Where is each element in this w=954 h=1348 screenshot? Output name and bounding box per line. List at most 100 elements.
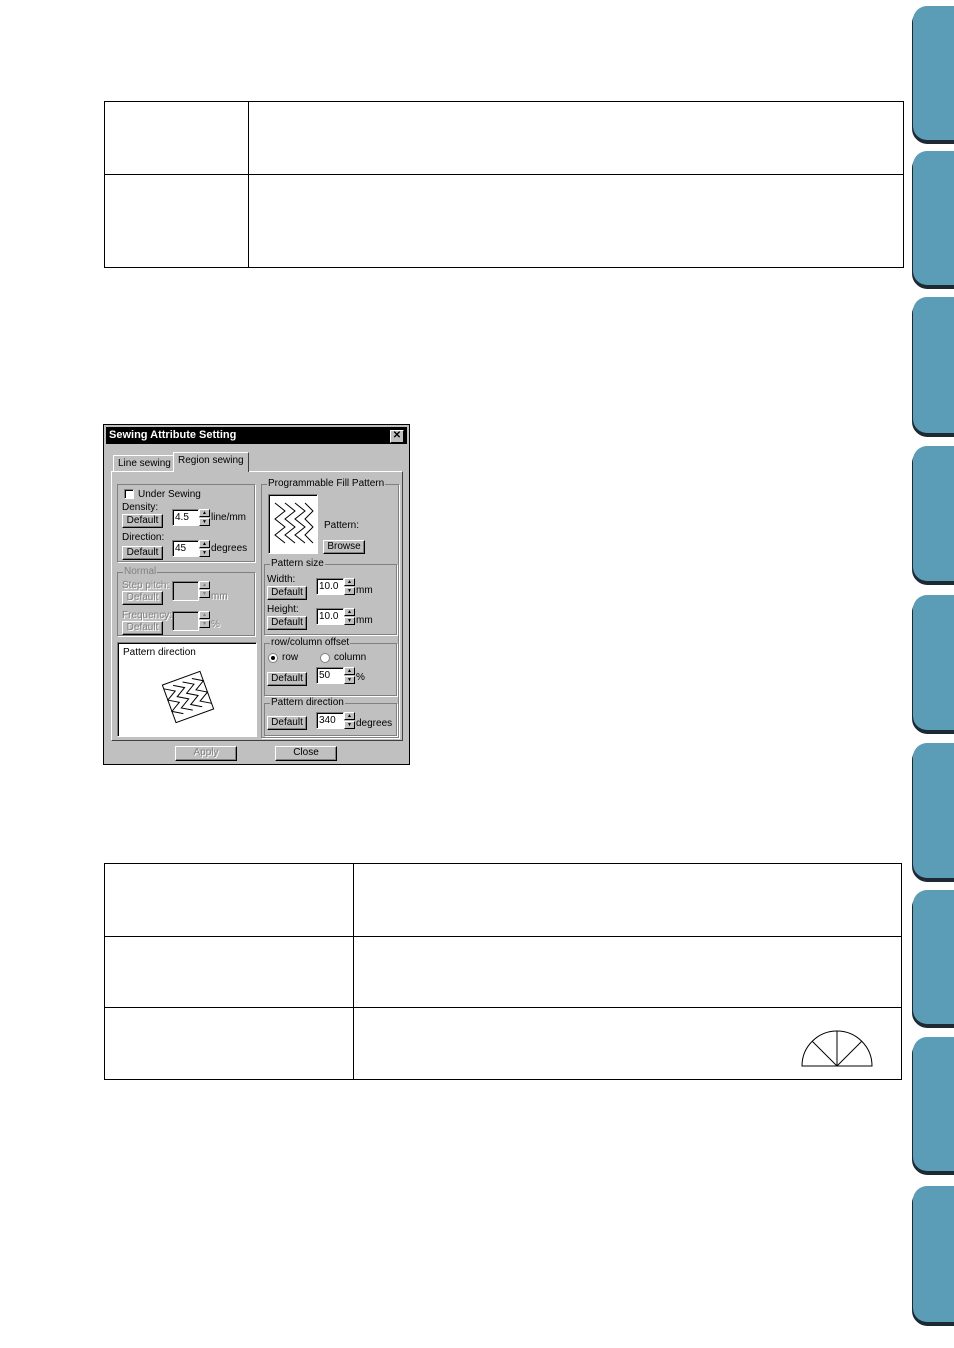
table-row: [105, 864, 901, 936]
height-spinner[interactable]: ▲ ▼: [344, 608, 355, 625]
row-radio[interactable]: [268, 653, 278, 663]
programmable-fill-group: Programmable Fill Pattern Pattern: Brows…: [261, 478, 399, 738]
side-tab-1[interactable]: [913, 6, 954, 140]
spin-up-icon: ▲: [199, 581, 210, 589]
step-pitch-spinner: ▲ ▼: [199, 581, 210, 598]
step-pitch-field: [172, 581, 199, 601]
pattern-direction-unit: degrees: [356, 718, 393, 729]
table-row: [105, 174, 903, 268]
side-tab-8[interactable]: [913, 1037, 954, 1171]
step-pitch-default-button: Default: [122, 591, 163, 605]
apply-button: Apply: [175, 746, 237, 761]
pattern-direction-preview: Pattern direction: [117, 642, 257, 737]
width-spinner[interactable]: ▲ ▼: [344, 578, 355, 595]
density-group: Under Sewing Density: Default 4.5 ▲ ▼ li…: [117, 484, 255, 562]
side-tab-2[interactable]: [913, 151, 954, 285]
close-icon[interactable]: ✕: [390, 430, 404, 443]
direction-field[interactable]: 45: [172, 540, 199, 557]
pattern-direction-spinner[interactable]: ▲ ▼: [344, 712, 355, 729]
spin-up-icon: ▲: [199, 611, 210, 619]
spin-down-icon[interactable]: ▼: [344, 721, 355, 729]
frequency-unit: %: [211, 619, 220, 630]
pattern-size-group: Pattern size Width: Default 10.0 ▲ ▼ mm …: [264, 558, 397, 635]
spin-down-icon[interactable]: ▼: [199, 518, 210, 526]
direction-spinner[interactable]: ▲ ▼: [199, 540, 210, 557]
pattern-direction-group: Pattern direction Default 340 ▲ ▼ degree…: [264, 697, 397, 736]
side-tab-9[interactable]: [913, 1186, 954, 1322]
dialog-titlebar: Sewing Attribute Setting ✕: [106, 427, 407, 444]
height-default-button[interactable]: Default: [267, 616, 307, 630]
tab-line-sewing[interactable]: Line sewing: [113, 455, 176, 472]
normal-group-label: Normal: [123, 566, 158, 578]
direction-unit: degrees: [211, 543, 248, 554]
frequency-spinner: ▲ ▼: [199, 611, 210, 628]
table-row: [105, 102, 903, 174]
rotated-pattern-icon: [161, 670, 215, 724]
offset-field[interactable]: 50: [316, 667, 344, 684]
offset-default-button[interactable]: Default: [267, 672, 307, 686]
pattern-thumbnail: [268, 494, 318, 554]
side-tab-6[interactable]: [913, 743, 954, 878]
density-default-button[interactable]: Default: [122, 514, 163, 528]
spin-down-icon[interactable]: ▼: [344, 587, 355, 595]
column-label: column: [334, 652, 367, 663]
frequency-default-button: Default: [122, 621, 163, 635]
spin-up-icon[interactable]: ▲: [344, 608, 355, 616]
semicircle-direction-icon: [801, 1030, 873, 1067]
density-unit: line/mm: [211, 512, 247, 523]
browse-button[interactable]: Browse: [323, 540, 365, 554]
pattern-direction-label: Pattern direction: [270, 697, 345, 709]
density-spinner[interactable]: ▲ ▼: [199, 509, 210, 526]
side-tab-5[interactable]: [913, 595, 954, 730]
spin-up-icon[interactable]: ▲: [344, 712, 355, 720]
table-row: [105, 1007, 901, 1080]
width-default-button[interactable]: Default: [267, 586, 307, 600]
pattern-label: Pattern:: [324, 520, 360, 531]
spin-up-icon[interactable]: ▲: [344, 578, 355, 586]
close-button[interactable]: Close: [275, 746, 337, 761]
region-sewing-panel: Under Sewing Density: Default 4.5 ▲ ▼ li…: [111, 471, 403, 741]
under-sewing-checkbox[interactable]: [124, 489, 134, 499]
step-pitch-unit: mm: [211, 591, 228, 602]
pattern-direction-default-button[interactable]: Default: [267, 716, 307, 730]
preview-label: Pattern direction: [123, 647, 196, 658]
width-label: Width:: [267, 574, 296, 585]
offset-unit: %: [356, 672, 365, 683]
offset-group: row/column offset row column Default 50 …: [264, 637, 397, 696]
spin-down-icon[interactable]: ▼: [344, 617, 355, 625]
column-radio[interactable]: [320, 653, 330, 663]
width-unit: mm: [356, 585, 373, 596]
pattern-direction-field[interactable]: 340: [316, 712, 344, 729]
height-unit: mm: [356, 615, 373, 626]
top-table: [104, 101, 904, 268]
programmable-group-label: Programmable Fill Pattern: [267, 478, 386, 490]
bottom-table: [104, 863, 902, 1080]
pattern-size-label: Pattern size: [270, 558, 325, 570]
spin-down-icon: ▼: [199, 620, 210, 628]
offset-spinner[interactable]: ▲ ▼: [344, 667, 355, 684]
density-field[interactable]: 4.5: [172, 509, 199, 526]
dialog-title: Sewing Attribute Setting: [109, 429, 237, 441]
tab-region-sewing[interactable]: Region sewing: [173, 452, 249, 472]
side-tab-7[interactable]: [913, 890, 954, 1024]
side-tab-4[interactable]: [913, 446, 954, 581]
density-label: Density:: [122, 502, 159, 513]
width-field[interactable]: 10.0: [316, 578, 344, 595]
row-label: row: [282, 652, 299, 663]
spin-down-icon[interactable]: ▼: [344, 676, 355, 684]
spin-up-icon[interactable]: ▲: [344, 667, 355, 675]
normal-group: Normal Step pitch: Default ▲ ▼ mm Freque…: [117, 566, 255, 636]
sewing-attribute-dialog: Sewing Attribute Setting ✕ Line sewing R…: [103, 424, 410, 765]
spin-up-icon[interactable]: ▲: [199, 509, 210, 517]
spin-down-icon: ▼: [199, 590, 210, 598]
side-tab-3[interactable]: [913, 297, 954, 433]
direction-default-button[interactable]: Default: [122, 546, 163, 560]
frequency-field: [172, 611, 199, 631]
spin-up-icon[interactable]: ▲: [199, 540, 210, 548]
height-field[interactable]: 10.0: [316, 608, 344, 625]
height-label: Height:: [267, 604, 299, 615]
table-row: [105, 936, 901, 1008]
zigzag-pattern-icon: [274, 502, 314, 544]
under-sewing-label: Under Sewing: [138, 489, 201, 500]
spin-down-icon[interactable]: ▼: [199, 549, 210, 557]
